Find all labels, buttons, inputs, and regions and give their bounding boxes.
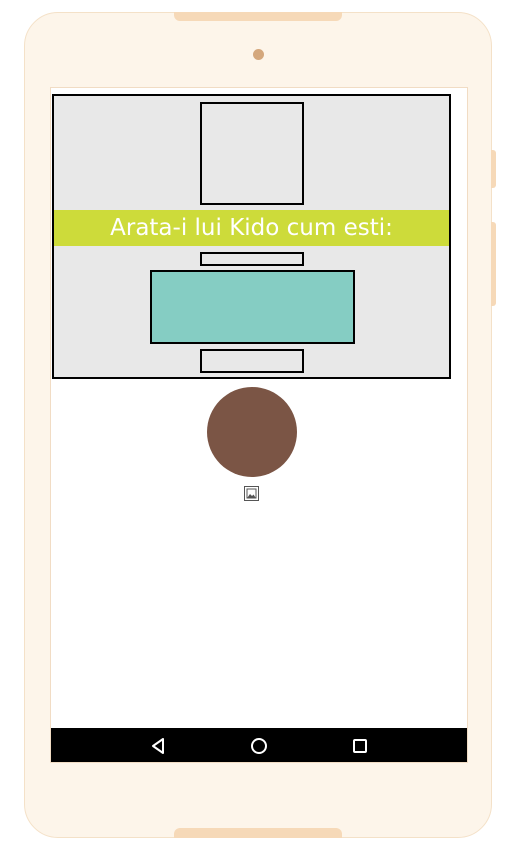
prompt-title: Arata-i lui Kido cum esti: [54,210,449,246]
kido-image-box [200,102,304,205]
submit-button[interactable] [200,349,304,373]
recents-square-icon[interactable] [348,734,372,758]
mood-label-field [200,252,304,266]
device-volume-button [491,222,496,306]
avatar-button[interactable] [207,387,297,477]
image-icon [244,486,259,501]
back-triangle-icon[interactable] [147,734,171,758]
device-power-button [491,150,496,188]
device-top-bezel [174,12,342,21]
device-bottom-bezel [174,828,342,838]
mood-panel: Arata-i lui Kido cum esti: [52,94,451,379]
device-camera [253,49,264,60]
android-navigation-bar [51,728,467,762]
home-circle-icon[interactable] [247,734,271,758]
mood-selector-box[interactable] [150,270,355,344]
app-screen: Arata-i lui Kido cum esti: [50,87,468,763]
